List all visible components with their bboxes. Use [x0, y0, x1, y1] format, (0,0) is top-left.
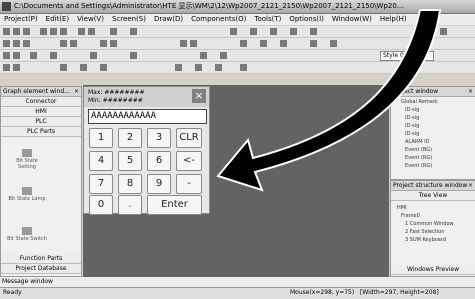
annotation-arrow [216, 9, 442, 192]
